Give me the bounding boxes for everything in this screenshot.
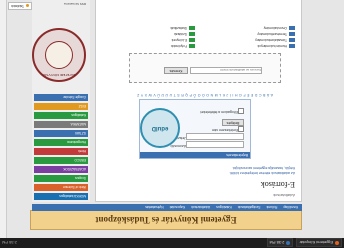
category-lists: Humán tudományok Társadalomtudomány Term… [105,5,295,49]
seal-text: EGYETEMI KÖNYVTÁR [42,73,76,77]
nav-item[interactable]: Szolgáltatások [238,206,261,210]
sidebar-link-button[interactable]: EBSCO [34,157,88,164]
category-color-swatch [189,44,195,49]
site-title: Egyetemi Könyvtár és Tudásközpont [95,215,237,225]
category-label: Orvostudomány [263,26,287,31]
category-color-swatch [189,38,195,43]
sidebar-link-button[interactable]: Google Scholar [34,94,88,101]
seal-center [45,41,73,69]
app-icon [286,241,291,245]
badge-icon [26,4,30,8]
notice-line: Kérjük, használja egyetemi azonosítóját. [232,166,295,170]
category-label: Társadalomtudomány [255,38,287,43]
login-box-title: Bejelentkezés [140,152,250,158]
terms-checkbox[interactable] [238,108,244,114]
nav-item[interactable]: Nyitvatartás [145,206,163,210]
category-color-swatch [289,32,295,37]
badge-label: Találatok [11,4,25,8]
category-item[interactable]: Szótárak [135,32,195,37]
notice-line: Az adatbázisok elérése belépéshez kötött… [229,171,295,175]
site-header: Egyetemi Könyvtár és Tudásközpont [30,210,302,230]
password-field[interactable] [186,133,244,140]
taskbar-app-button[interactable]: Egyetemi Könyvtár [296,238,342,248]
category-column: Folyóiratok E-könyvek Szótárak Statiszti… [135,25,195,49]
terms-label: Elfogadom a feltételeket [200,110,238,114]
access-notice: Az adatbázisok elérése belépéshez kötött… [229,165,295,175]
app-icon [335,241,339,245]
nav-item[interactable]: Adatbázisok [191,206,210,210]
category-label: E-könyvek [171,38,187,43]
taskbar-app-label: 2:38 PM [269,240,285,246]
category-label: Szótárak [173,32,187,37]
taskbar-app-button[interactable]: 2:38 PM [266,238,294,248]
login-button[interactable]: Belépés [222,119,244,126]
alphabet-index[interactable]: A Á B C D E É F G H I Í J K L M N O Ó Ö … [137,93,273,97]
login-box: Bejelentkezés Azonosító Jelszó Emlékezze… [139,99,251,159]
category-color-swatch [189,26,195,31]
category-item[interactable]: Társadalomtudomány [235,38,295,43]
sidebar-link-button[interactable]: MOKKA katalógus [34,193,88,200]
taskbar: Egyetemi Könyvtár 2:38 PM 2:38 PM [0,238,344,248]
eduid-logo-text: eduID [151,125,169,131]
category-item[interactable]: Természettudomány [235,32,295,37]
category-color-swatch [289,44,295,49]
sidebar-link-button[interactable]: Hírek [34,148,88,155]
taskbar-app-label: Egyetemi Könyvtár [299,240,333,246]
screen: Egyetemi Könyvtár 2:38 PM 2:38 PM Egyete… [0,0,344,248]
category-item[interactable]: E-könyvek [135,38,195,43]
sidebar-link-button[interactable]: ADATBÁZISOK [34,166,88,173]
browser-page: Egyetemi Könyvtár és Tudásközpont Kezdől… [0,0,344,238]
search-input[interactable] [190,67,262,74]
breadcrumb[interactable]: Adatbázisok [273,193,295,198]
right-sidebar: MOKKA katalógus Web of Science Scopus AD… [32,0,90,202]
remember-checkbox[interactable] [238,126,244,132]
sidebar-link-button[interactable]: Katalógus [34,112,88,119]
category-item[interactable]: Humán tudományok [235,44,295,49]
page-title: E-források [260,180,295,189]
sidebar-link-button[interactable]: MATARKA [34,121,88,128]
category-item[interactable]: Statisztikák [135,26,195,31]
remember-label: Emlékezzen rám [211,128,238,132]
university-seal: EGYETEMI KÖNYVTÁR [32,28,86,82]
category-color-swatch [289,26,295,31]
search-panel: Keresés [129,53,281,83]
scrollbar[interactable] [0,0,7,238]
eduid-logo: eduID [140,108,180,148]
sidebar-link-button[interactable]: EISZ [34,103,88,110]
category-color-swatch [289,38,295,43]
category-item[interactable]: Folyóiratok [135,44,195,49]
category-color-swatch [189,32,195,37]
category-label: Természettudomány [257,32,287,37]
sidebar-link-button[interactable]: SZTAKI [34,130,88,137]
category-label: Folyóiratok [170,44,187,49]
username-field[interactable] [186,141,244,148]
category-item[interactable]: Orvostudomány [235,26,295,31]
top-navigation: Kezdőlap Rólunk Szolgáltatások Katalógus… [32,204,302,211]
nav-item[interactable]: Kezdőlap [283,206,298,210]
corner-badge[interactable]: Találatok [8,2,33,10]
username-label: Azonosító [170,144,186,148]
sidebar-link-button[interactable]: Scopus [34,175,88,182]
nav-item[interactable]: Kapcsolat [170,206,185,210]
nav-item[interactable]: Katalógus [216,206,232,210]
clock: 2:38 PM [2,240,17,246]
category-label: Statisztikák [170,26,187,31]
sidebar-link-button[interactable]: Web of Science [34,184,88,191]
category-column: Humán tudományok Társadalomtudomány Term… [235,25,295,49]
rss-link[interactable]: RSS hírcsatorna [36,2,86,6]
category-label: Humán tudományok [257,44,287,49]
nav-item[interactable]: Rólunk [266,206,277,210]
main-content: Adatbázisok E-források Az adatbázisok el… [95,0,302,202]
search-button[interactable]: Keresés [164,67,188,74]
sidebar-link-button[interactable]: Hungaricana [34,139,88,146]
